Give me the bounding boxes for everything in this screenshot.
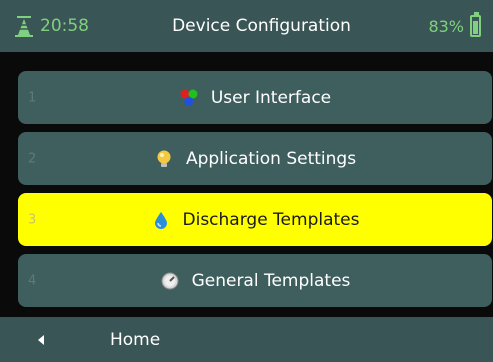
home-button[interactable]: Home (110, 330, 160, 350)
water-drop-icon (154, 211, 167, 229)
lightbulb-icon (157, 150, 171, 167)
battery-icon (470, 12, 481, 37)
menu-item-label: Application Settings (185, 148, 357, 169)
menu-item-general-templates[interactable]: 4 General Templates (18, 254, 492, 307)
menu-item-label: General Templates (191, 270, 351, 291)
menu-item-number: 2 (28, 151, 37, 166)
footer-bar: Home (0, 317, 493, 362)
gauge-icon (161, 272, 179, 289)
menu-item-label: Discharge Templates (182, 209, 360, 230)
menu-item-number: 4 (28, 273, 37, 288)
status-bar: 20:58 Device Configuration 83% (0, 0, 493, 52)
back-arrow-icon[interactable] (38, 334, 44, 345)
page-title: Device Configuration (172, 16, 351, 36)
rgb-dots-icon (180, 89, 198, 106)
clock: 20:58 (40, 16, 89, 36)
menu-item-user-interface[interactable]: 1 User Interface (18, 71, 492, 124)
battery-percent: 83% (428, 16, 464, 36)
signal-icon (15, 16, 33, 37)
battery-indicator: 83% (373, 12, 493, 37)
menu-item-application-settings[interactable]: 2 Application Settings (18, 132, 492, 185)
status-left: 20:58 (0, 15, 150, 37)
menu-item-number: 1 (28, 90, 37, 105)
menu-item-number: 3 (28, 212, 37, 227)
menu-item-discharge-templates[interactable]: 3 Discharge Templates (18, 193, 492, 246)
menu-item-label: User Interface (210, 87, 332, 108)
